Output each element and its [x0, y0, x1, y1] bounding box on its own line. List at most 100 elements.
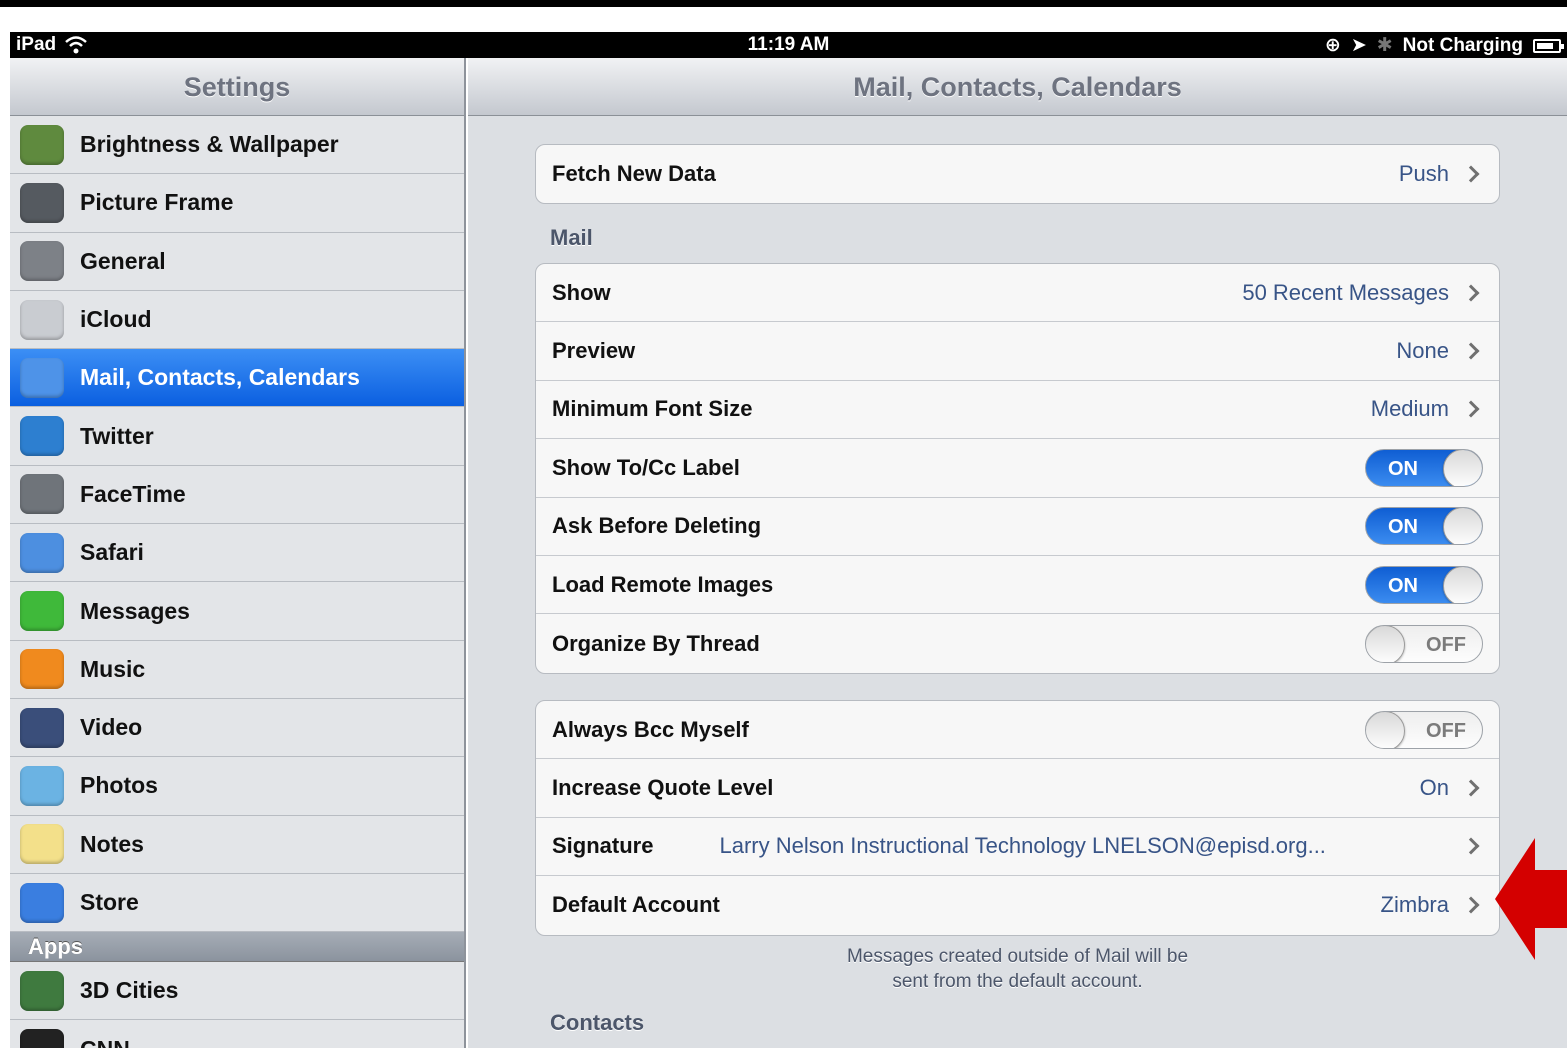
chevron-right-icon [1462, 400, 1480, 418]
toggle-state-text: OFF [1426, 633, 1466, 656]
sidebar-item-photos[interactable]: Photos [10, 757, 464, 816]
apps-list: 3D Cities CNN [10, 962, 464, 1048]
compass-icon [20, 532, 64, 573]
footnote-line-2: sent from the default account. [892, 971, 1143, 992]
sidebar-list: Brightness & Wallpaper Picture Frame Gener… [10, 116, 464, 933]
sidebar-item-video[interactable]: Video [10, 698, 464, 758]
sidebar-item-general[interactable]: General [10, 232, 464, 291]
sidebar-item-store[interactable]: Store [10, 873, 464, 933]
sidebar-item-messages[interactable]: Messages [10, 582, 464, 641]
toggle-knob [1366, 625, 1405, 662]
flower-icon [20, 124, 64, 165]
signature-row[interactable]: Signature Larry Nelson Instructional Tec… [536, 818, 1499, 877]
sidebar-item-safari[interactable]: Safari [10, 524, 464, 583]
gear-icon [20, 241, 64, 282]
signature-value: Larry Nelson Instructional Technology LN… [719, 833, 1326, 859]
sidebar-item-music[interactable]: Music [10, 640, 464, 699]
row-value: On [1419, 775, 1449, 801]
preview-row[interactable]: Preview None [536, 322, 1499, 381]
sidebar-item-label: Photos [80, 772, 158, 799]
sidebar-item-label: Brightness & Wallpaper [80, 131, 339, 158]
show-to-cc-label-toggle[interactable]: ON [1365, 448, 1483, 487]
sidebar-item-picture-frame[interactable]: Picture Frame [10, 174, 464, 233]
ask-before-deleting-toggle[interactable]: ON [1365, 507, 1483, 546]
sidebar-item-label: Picture Frame [80, 189, 234, 216]
sidebar-item-mail-contacts-calendars[interactable]: Mail, Contacts, Calendars [10, 349, 464, 408]
load-remote-images-toggle[interactable]: ON [1365, 565, 1483, 604]
main-panel: Mail, Contacts, Calendars Fetch New Data… [468, 58, 1567, 1048]
chevron-right-icon [1462, 342, 1480, 360]
sidebar-item-label: CNN [80, 1036, 130, 1048]
row-label: Ask Before Deleting [552, 513, 762, 539]
always-bcc-myself-row: Always Bcc Myself OFF [536, 701, 1499, 760]
cloud-icon [20, 299, 64, 340]
row-label: Minimum Font Size [552, 396, 753, 422]
load-remote-images-row: Load Remote Images ON [536, 556, 1499, 615]
account-group: Always Bcc Myself OFF Increase Quote Lev… [535, 700, 1500, 936]
always-bcc-toggle[interactable]: OFF [1365, 710, 1483, 749]
toggle-knob [1443, 449, 1482, 486]
row-value: Zimbra [1380, 892, 1449, 918]
sidebar-item-brightness-wallpaper[interactable]: Brightness & Wallpaper [10, 116, 464, 175]
top-border [0, 0, 1567, 32]
envelope-icon [20, 357, 64, 398]
settings-sidebar: Settings Brightness & Wallpaper Picture F… [10, 58, 466, 1048]
sidebar-item-facetime[interactable]: FaceTime [10, 465, 464, 525]
music-note-icon [20, 649, 64, 690]
default-account-row[interactable]: Default Account Zimbra [536, 876, 1499, 934]
sidebar-item-label: Notes [80, 830, 144, 857]
rotation-lock-icon: ⊕ [1324, 35, 1341, 56]
sidebar-item-label: Store [80, 889, 139, 915]
page-title: Mail, Contacts, Calendars [468, 58, 1567, 116]
sidebar-item-label: Music [80, 655, 146, 682]
sidebar-item-twitter[interactable]: Twitter [10, 407, 464, 466]
fetch-group: Fetch New Data Push [535, 144, 1500, 205]
bird-icon [20, 416, 64, 457]
chevron-right-icon [1462, 284, 1480, 302]
fetch-new-data-row[interactable]: Fetch New Data Push [536, 145, 1499, 203]
row-label: Preview [552, 338, 636, 364]
notepad-icon [20, 824, 64, 865]
chevron-right-icon [1462, 779, 1480, 797]
sidebar-item-label: Video [80, 714, 143, 741]
apps-section-header: Apps [10, 932, 464, 963]
sidebar-item-label: Messages [80, 597, 190, 624]
increase-quote-level-row[interactable]: Increase Quote Level On [536, 759, 1499, 818]
sidebar-item-cnn[interactable]: CNN [10, 1020, 464, 1048]
sidebar-item-3d-cities[interactable]: 3D Cities [10, 962, 464, 1021]
location-icon: ➤ [1350, 35, 1367, 56]
organize-by-thread-toggle[interactable]: OFF [1365, 624, 1483, 663]
toggle-state-text: ON [1388, 516, 1418, 539]
row-label: Fetch New Data [552, 161, 716, 187]
camera-icon [20, 474, 64, 515]
default-account-footnote: Messages created outside of Mail will be… [535, 944, 1500, 994]
sidebar-item-label: FaceTime [80, 480, 186, 507]
show-row[interactable]: Show 50 Recent Messages [536, 264, 1499, 323]
organize-by-thread-row: Organize By Thread OFF [536, 614, 1499, 672]
row-value: None [1396, 338, 1449, 364]
speech-bubble-icon [20, 591, 64, 632]
row-value: Medium [1370, 396, 1449, 422]
toggle-knob [1443, 508, 1482, 545]
row-label: Signature [552, 833, 654, 859]
chevron-right-icon [1462, 896, 1480, 914]
minimum-font-size-row[interactable]: Minimum Font Size Medium [536, 381, 1499, 440]
toggle-state-text: ON [1388, 574, 1418, 597]
chevron-right-icon [1462, 837, 1480, 855]
sidebar-title: Settings [10, 58, 464, 116]
mail-section-title: Mail [550, 225, 593, 250]
app-store-icon [20, 882, 64, 923]
sidebar-item-icloud[interactable]: iCloud [10, 290, 464, 350]
sidebar-item-notes[interactable]: Notes [10, 815, 464, 874]
row-label: Show [552, 279, 611, 305]
ask-before-deleting-row: Ask Before Deleting ON [536, 498, 1499, 556]
picture-frame-icon [20, 182, 64, 223]
cnn-icon [20, 1029, 64, 1048]
sidebar-item-label: Twitter [80, 422, 154, 449]
toggle-knob [1443, 566, 1482, 603]
contacts-section-title: Contacts [550, 1010, 645, 1035]
toggle-state-text: ON [1388, 457, 1418, 480]
toggle-knob [1366, 711, 1405, 748]
row-label: Organize By Thread [552, 630, 760, 656]
row-value: 50 Recent Messages [1242, 279, 1449, 305]
